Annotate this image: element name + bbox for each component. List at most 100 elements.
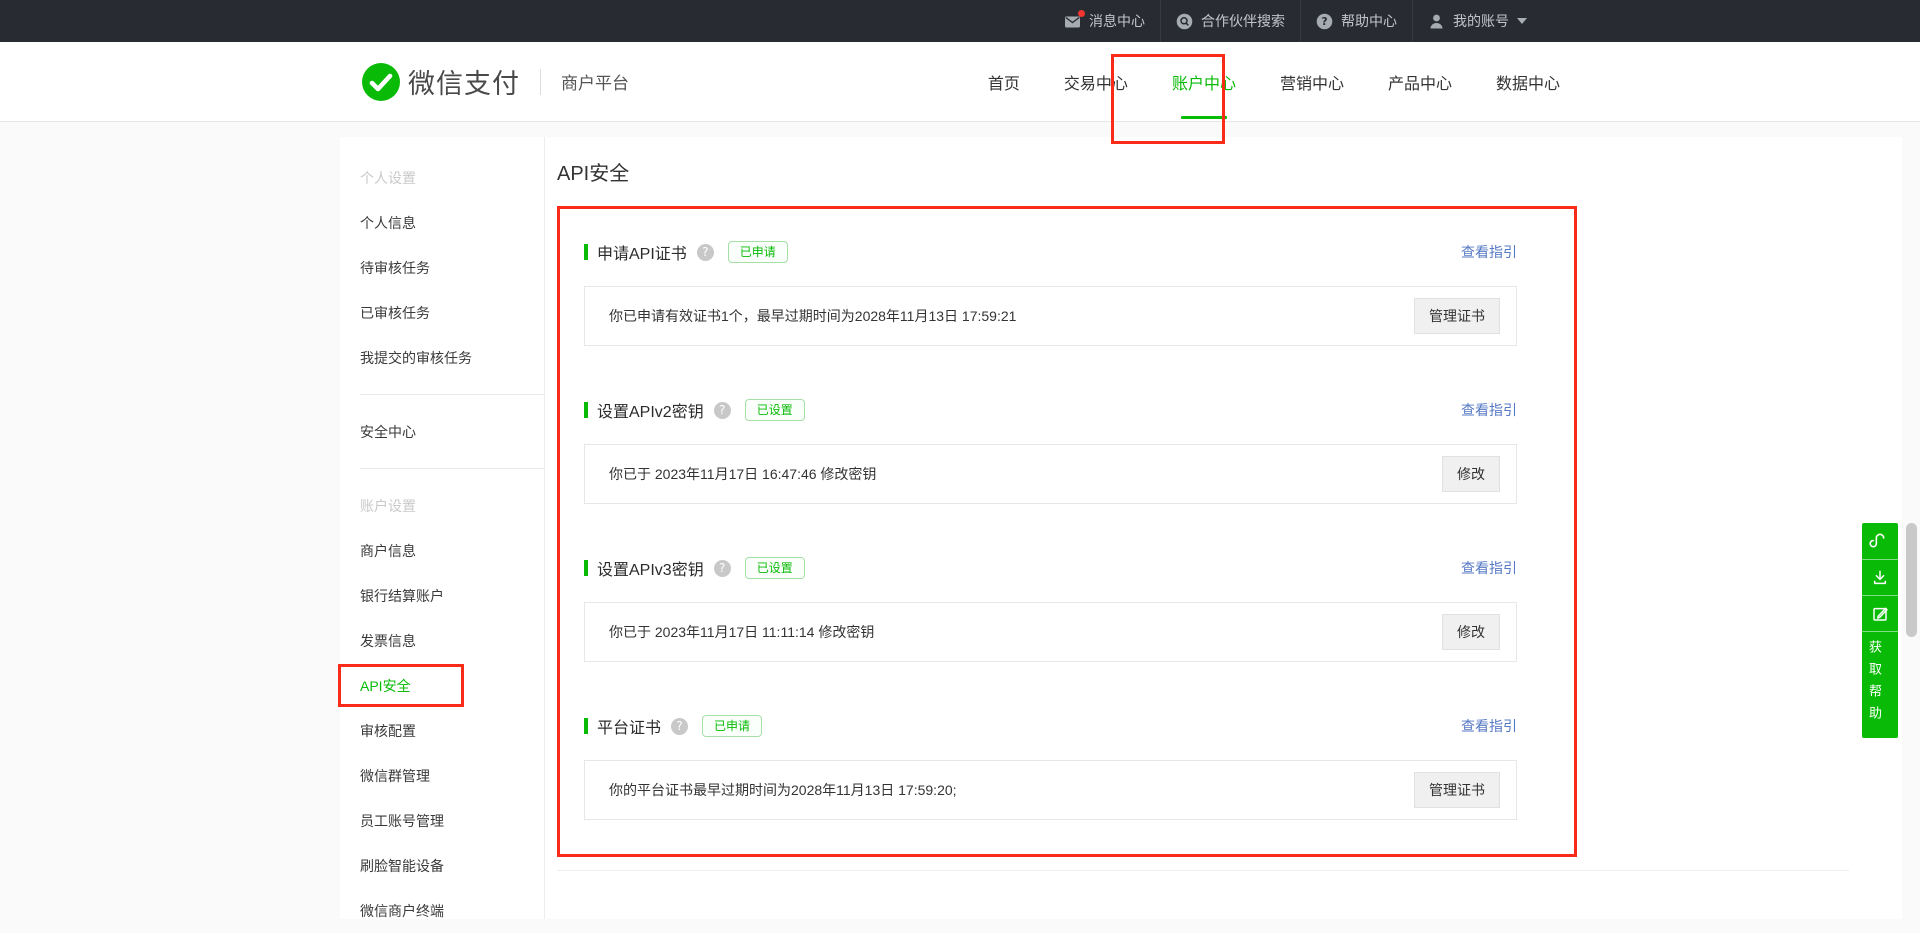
sidebar: 个人设置个人信息待审核任务已审核任务我提交的审核任务安全中心账户设置商户信息银行…	[340, 137, 545, 919]
feedback-button[interactable]	[1862, 595, 1898, 631]
row-status-text: 你已于 2023年11月17日 16:47:46 修改密钥	[609, 464, 876, 484]
view-guide-link[interactable]: 查看指引	[1461, 242, 1517, 262]
chevron-down-icon	[1517, 18, 1527, 24]
topbar-item-label: 帮助中心	[1341, 11, 1397, 31]
apply-api-cert-action-button[interactable]: 管理证书	[1414, 298, 1500, 334]
main-content: API安全 申请API证书?已申请查看指引你已申请有效证书1个，最早过期时间为2…	[545, 137, 1902, 919]
floating-toolbar: 获取帮助	[1862, 523, 1898, 738]
section-set-apiv2-key: 设置APIv2密钥? 已设置 查看指引你已于 2023年11月17日 16:47:4…	[584, 399, 1517, 504]
row-status-text: 你的平台证书最早过期时间为2028年11月13日 17:59:20;	[609, 780, 957, 800]
sections: 申请API证书?已申请查看指引你已申请有效证书1个，最早过期时间为2028年11…	[584, 241, 1517, 820]
topbar-item-help-center[interactable]: ? 帮助中心	[1300, 0, 1412, 42]
wechat-pay-logo-icon	[362, 63, 400, 101]
section-row: 你已申请有效证书1个，最早过期时间为2028年11月13日 17:59:21 管理…	[584, 286, 1517, 346]
section-platform-cert: 平台证书? 已申请 查看指引你的平台证书最早过期时间为2028年11月13日 17:…	[584, 715, 1517, 820]
nav-item-transaction-center[interactable]: 交易中心	[1064, 42, 1128, 122]
sidebar-item-reviewed-tasks[interactable]: 已审核任务	[360, 290, 544, 335]
section-title: 设置APIv3密钥	[597, 556, 704, 580]
section-row: 你的平台证书最早过期时间为2028年11月13日 17:59:20; 管理证书	[584, 760, 1517, 820]
sidebar-item-pending-review-tasks[interactable]: 待审核任务	[360, 245, 544, 290]
sidebar-item-my-submitted-tasks[interactable]: 我提交的审核任务	[360, 335, 544, 380]
sidebar-item-face-smart-device[interactable]: 刷脸智能设备	[360, 843, 544, 888]
status-badge: 已申请	[702, 715, 762, 737]
download-button[interactable]	[1862, 559, 1898, 595]
topbar-item-my-account[interactable]: 我的账号	[1412, 0, 1542, 42]
nav-item-home[interactable]: 首页	[988, 42, 1020, 122]
page-title: API安全	[557, 161, 1902, 187]
portal-name: 商户平台	[561, 69, 629, 94]
download-icon	[1868, 566, 1892, 590]
sidebar-item-wechat-group-mgmt[interactable]: 微信群管理	[360, 753, 544, 798]
get-help-button[interactable]: 获取帮助	[1862, 631, 1898, 738]
topbar-item-label: 我的账号	[1453, 11, 1509, 31]
status-badge: 已设置	[745, 557, 805, 579]
topbar-item-label: 消息中心	[1089, 11, 1145, 31]
section-row: 你已于 2023年11月17日 11:11:14 修改密钥 修改	[584, 602, 1517, 662]
section-header: 设置APIv3密钥? 已设置 查看指引	[584, 557, 1517, 579]
section-row: 你已于 2023年11月17日 16:47:46 修改密钥 修改	[584, 444, 1517, 504]
section-accent-bar	[584, 560, 588, 576]
section-header: 设置APIv2密钥? 已设置 查看指引	[584, 399, 1517, 421]
main-nav: 首页交易中心账户中心营销中心产品中心数据中心	[944, 42, 1560, 122]
hook-icon	[1868, 529, 1892, 553]
nav-item-product-center[interactable]: 产品中心	[1388, 42, 1452, 122]
sidebar-divider	[360, 468, 545, 469]
help-question-icon[interactable]: ?	[714, 402, 731, 419]
sidebar-item-invoice-info[interactable]: 发票信息	[360, 618, 544, 663]
sidebar-item-security-center[interactable]: 安全中心	[360, 409, 544, 454]
platform-cert-action-button[interactable]: 管理证书	[1414, 772, 1500, 808]
section-title: 设置APIv2密钥	[597, 398, 704, 422]
section-set-apiv3-key: 设置APIv3密钥? 已设置 查看指引你已于 2023年11月17日 11:11:1…	[584, 557, 1517, 662]
user-icon	[1428, 13, 1445, 30]
section-title: 申请API证书	[597, 240, 687, 264]
topbar-item-message-center[interactable]: 消息中心	[1049, 0, 1160, 42]
page-body: 个人设置个人信息待审核任务已审核任务我提交的审核任务安全中心账户设置商户信息银行…	[0, 122, 1920, 919]
section-accent-bar	[584, 718, 588, 734]
set-apiv2-key-action-button[interactable]: 修改	[1442, 456, 1500, 492]
sidebar-item-staff-account-mgmt[interactable]: 员工账号管理	[360, 798, 544, 843]
question-circle-icon: ?	[1316, 13, 1333, 30]
help-question-icon[interactable]: ?	[671, 718, 688, 735]
sidebar-item-wechat-merchant-terminal[interactable]: 微信商户终端	[360, 888, 544, 933]
section-header: 平台证书? 已申请 查看指引	[584, 715, 1517, 737]
header: 微信支付 商户平台 首页交易中心账户中心营销中心产品中心数据中心	[0, 42, 1920, 122]
brand[interactable]: 微信支付 商户平台	[362, 62, 629, 101]
row-status-text: 你已于 2023年11月17日 11:11:14 修改密钥	[609, 622, 874, 642]
service-hook-button[interactable]	[1862, 523, 1898, 559]
view-guide-link[interactable]: 查看指引	[1461, 558, 1517, 578]
topbar-item-partner-search[interactable]: 合作伙伴搜索	[1160, 0, 1300, 42]
sidebar-item-merchant-info[interactable]: 商户信息	[360, 528, 544, 573]
row-status-text: 你已申请有效证书1个，最早过期时间为2028年11月13日 17:59:21	[609, 306, 1016, 326]
nav-item-account-center[interactable]: 账户中心	[1172, 42, 1236, 122]
sidebar-divider	[360, 394, 545, 395]
topbar-items: 消息中心合作伙伴搜索? 帮助中心 我的账号	[1049, 0, 1542, 42]
section-title: 平台证书	[597, 714, 661, 738]
nav-item-marketing-center[interactable]: 营销中心	[1280, 42, 1344, 122]
brand-separator	[540, 69, 541, 95]
section-accent-bar	[584, 402, 588, 418]
sidebar-item-review-config[interactable]: 审核配置	[360, 708, 544, 753]
help-question-icon[interactable]: ?	[697, 244, 714, 261]
sidebar-item-bank-settlement-account[interactable]: 银行结算账户	[360, 573, 544, 618]
status-badge: 已申请	[728, 241, 788, 263]
mail-icon	[1064, 13, 1081, 30]
section-accent-bar	[584, 244, 588, 260]
svg-text:?: ?	[1321, 16, 1327, 28]
set-apiv3-key-action-button[interactable]: 修改	[1442, 614, 1500, 650]
nav-item-data-center[interactable]: 数据中心	[1496, 42, 1560, 122]
status-badge: 已设置	[745, 399, 805, 421]
sidebar-group-account-settings: 账户设置	[360, 483, 544, 528]
section-header: 申请API证书? 已申请 查看指引	[584, 241, 1517, 263]
sidebar-item-api-security[interactable]: API安全	[360, 663, 544, 708]
search-circle-icon	[1176, 13, 1193, 30]
topbar: 消息中心合作伙伴搜索? 帮助中心 我的账号	[0, 0, 1920, 42]
edit-icon	[1868, 602, 1892, 626]
help-question-icon[interactable]: ?	[714, 560, 731, 577]
view-guide-link[interactable]: 查看指引	[1461, 400, 1517, 420]
scrollbar-thumb[interactable]	[1906, 523, 1917, 637]
sidebar-group-personal-settings: 个人设置	[360, 155, 544, 200]
brand-name: 微信支付	[408, 62, 520, 101]
sidebar-item-personal-info[interactable]: 个人信息	[360, 200, 544, 245]
notification-dot	[1078, 10, 1085, 17]
view-guide-link[interactable]: 查看指引	[1461, 716, 1517, 736]
